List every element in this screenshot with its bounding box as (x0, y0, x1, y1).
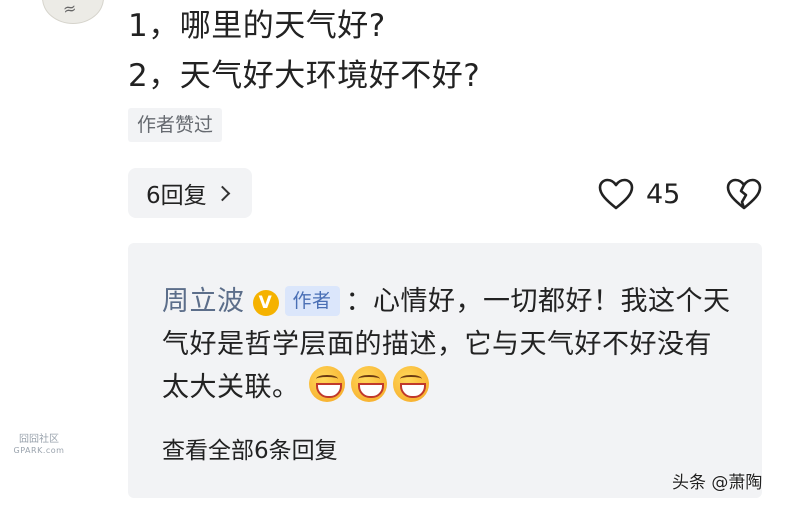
replies-button-label: 6回复 (146, 183, 207, 209)
replies-button[interactable]: 6回复 (128, 168, 252, 218)
chevron-right-icon (214, 185, 230, 201)
author-liked-badge: 作者赞过 (128, 108, 223, 142)
source-watermark: 头条 @萧陶 (672, 473, 763, 493)
like-count: 45 (646, 178, 681, 210)
like-button[interactable]: 45 (598, 176, 680, 212)
reply-body: ：心情好，一切都好！我这个天气好是哲学层面的描述，它与天气好不好没有太大关联。 (162, 286, 731, 403)
commenter-avatar[interactable]: ≈ (42, 0, 104, 24)
site-watermark: 囧囧社区 GPARK.com (8, 434, 70, 456)
laughing-emoji-icon (308, 366, 345, 402)
reply-preview-text: 周立波 V 作者 ：心情好，一切都好！我这个天气好是哲学层面的描述，它与天气好不好没有… (162, 280, 732, 409)
heart-icon (598, 178, 634, 210)
author-tag: 作者 (284, 286, 340, 316)
reply-preview-panel[interactable]: 周立波 V 作者 ：心情好，一切都好！我这个天气好是哲学层面的描述，它与天气好不好没有… (128, 243, 762, 498)
comment-line-2: 2，天气好大环境好不好? (128, 58, 481, 94)
laughing-emoji-icon (350, 366, 387, 402)
reply-author-name[interactable]: 周立波 (162, 286, 245, 317)
verified-badge-icon: V (252, 290, 279, 316)
avatar-glyph: ≈ (61, 0, 78, 20)
site-watermark-name: 囧囧社区 (19, 434, 59, 445)
view-all-replies-link[interactable]: 查看全部6条回复 (162, 431, 338, 465)
laughing-emoji-icon (392, 366, 429, 402)
broken-heart-icon[interactable] (726, 178, 762, 210)
comment-line-1: 1，哪里的天气好? (128, 8, 386, 44)
site-watermark-url: GPARK.com (13, 446, 65, 455)
